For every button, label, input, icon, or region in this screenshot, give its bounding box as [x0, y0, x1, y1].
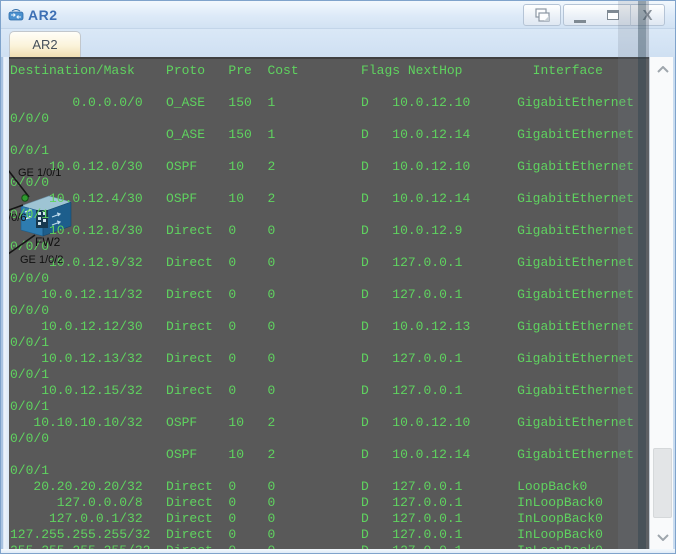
routing-table-output[interactable]: Destination/Mask Proto Pre Cost Flags Ne… [10, 63, 634, 549]
chevron-down-icon [656, 533, 669, 541]
port-label-ge-1-0-2: GE 1/0/2 [20, 254, 64, 266]
scrollbar-thumb[interactable] [653, 448, 672, 518]
terminal-area[interactable]: Destination/Mask Proto Pre Cost Flags Ne… [9, 57, 649, 549]
window-left-border [1, 29, 9, 553]
tab-ar2[interactable]: AR2 [9, 31, 81, 57]
maximize-button[interactable] [596, 4, 631, 26]
minimize-icon [574, 19, 586, 23]
device-name-label: FW2 [35, 235, 61, 249]
window-right-border [673, 29, 675, 553]
cli-window: Destination/Mask Proto Pre Cost Flags Ne… [0, 0, 676, 554]
terminal-scrollbar[interactable] [649, 57, 675, 549]
window-bottom-border [1, 549, 675, 553]
scroll-up-button[interactable] [650, 59, 675, 79]
window-title: AR2 [28, 7, 58, 23]
close-button[interactable]: X [630, 4, 665, 26]
layered-windows-icon [535, 8, 550, 22]
tab-bar: AR2 [1, 29, 675, 57]
title-bar[interactable]: AR2 X [1, 1, 675, 29]
minimize-button[interactable] [563, 4, 597, 26]
router-app-icon [8, 9, 24, 21]
port-label-ge-1-0-1: GE 1/0/1 [18, 167, 62, 179]
scroll-down-button[interactable] [650, 527, 675, 547]
chevron-up-icon [656, 65, 669, 73]
popout-button[interactable] [523, 4, 561, 26]
maximize-icon [607, 10, 619, 20]
